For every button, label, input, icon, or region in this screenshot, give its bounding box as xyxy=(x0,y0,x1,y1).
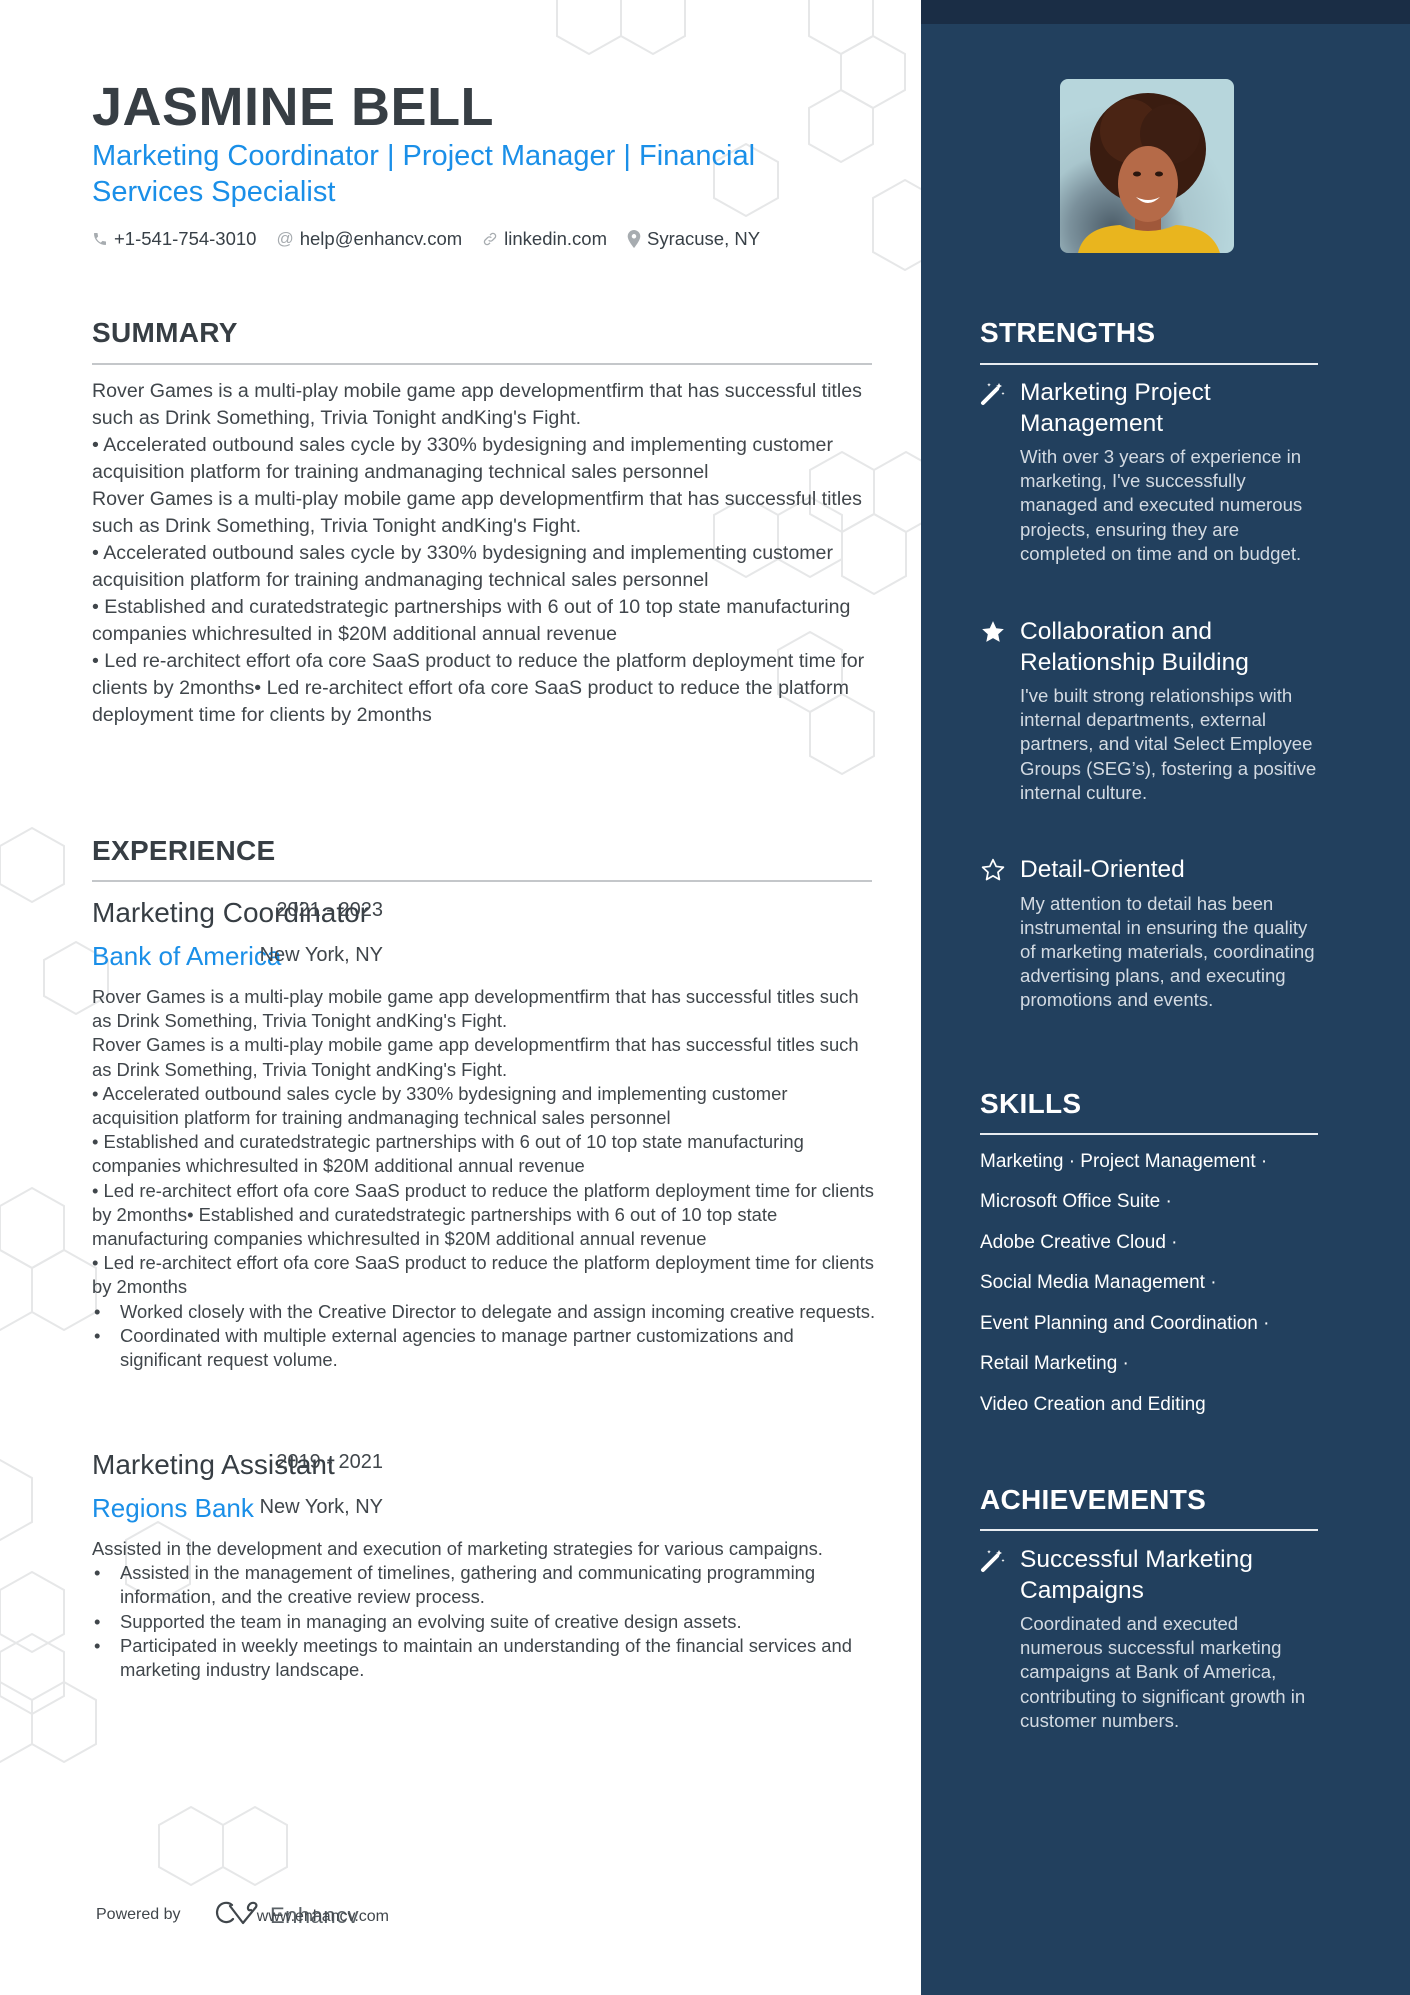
job-dates: 2019 - 2021 xyxy=(276,1451,383,1473)
hex-decoration xyxy=(840,34,906,110)
contact-email-text: help@enhancv.com xyxy=(299,228,463,249)
hex-decoration xyxy=(556,0,622,56)
skill-row: Event Planning and Coordination · xyxy=(980,1313,1270,1334)
summary-paragraph: • Accelerated outbound sales cycle by 33… xyxy=(92,434,833,483)
summary-paragraph: • Led re-architect effort ofa core SaaS … xyxy=(92,650,865,726)
job-description: Assisted in the development and executio… xyxy=(92,1537,877,1682)
skill-row: Retail Marketing · xyxy=(980,1353,1129,1374)
achievement-title: Successful Marketing Campaigns xyxy=(1020,1546,1253,1604)
location-pin-icon xyxy=(627,230,641,248)
skills-heading: SKILLS xyxy=(980,1088,1082,1119)
contact-location-text: Syracuse, NY xyxy=(646,228,761,249)
hex-decoration xyxy=(0,826,65,904)
summary-paragraph: Rover Games is a multi-play mobile game … xyxy=(92,380,862,429)
skills-divider xyxy=(980,1133,1318,1135)
job-bullet: Assisted in the management of timelines,… xyxy=(94,1561,877,1609)
hex-decoration xyxy=(873,450,921,534)
hex-decoration xyxy=(808,0,874,56)
hex-decoration xyxy=(0,1458,33,1542)
link-icon xyxy=(482,231,498,247)
star-outline-icon xyxy=(980,857,1006,883)
hex-decoration xyxy=(158,1805,224,1887)
hex-decoration xyxy=(0,1570,65,1654)
contact-location: Syracuse, NY xyxy=(627,228,760,250)
contact-linkedin[interactable]: linkedin.com xyxy=(482,228,607,250)
hex-decoration xyxy=(872,178,921,272)
strength-item: Detail-Oriented My attention to detail h… xyxy=(980,855,1320,1013)
strength-title: Marketing Project Management xyxy=(1020,379,1211,437)
skill-row: Video Creation and Editing xyxy=(980,1394,1206,1415)
job-paragraph: • Established and curatedstrategic partn… xyxy=(92,1131,804,1177)
main-column: JASMINE BELL Marketing Coordinator | Pro… xyxy=(0,0,921,1995)
skill-row: Marketing · Project Management · xyxy=(980,1151,1268,1172)
job-dates: 2021 - 2023 xyxy=(276,899,383,921)
contact-info: +1-541-754-3010 @ help@enhancv.com linke… xyxy=(92,228,780,250)
job-paragraph: • Led re-architect effort ofa core SaaS … xyxy=(92,1252,874,1298)
strength-description: I've built strong relationships with int… xyxy=(1020,685,1317,803)
skill-row: Adobe Creative Cloud · xyxy=(980,1232,1178,1253)
achievements-heading: ACHIEVEMENTS xyxy=(980,1484,1207,1515)
contact-phone[interactable]: +1-541-754-3010 xyxy=(92,228,256,250)
profile-photo xyxy=(1060,79,1234,253)
strength-title: Detail-Oriented xyxy=(1020,856,1185,883)
skill-row: Social Media Management · xyxy=(980,1272,1217,1293)
job-bullet-list: Assisted in the management of timelines,… xyxy=(92,1561,877,1682)
contact-email[interactable]: @ help@enhancv.com xyxy=(276,228,462,250)
strength-description: With over 3 years of experience in marke… xyxy=(1020,446,1303,564)
enhancv-url-link[interactable]: www.enhancv.com xyxy=(257,1908,389,1926)
job-location: New York, NY xyxy=(259,1496,383,1518)
job-bullet: Participated in weekly meetings to maint… xyxy=(94,1634,877,1682)
sidebar-top-band xyxy=(921,0,1410,24)
skill-row: Microsoft Office Suite · xyxy=(980,1191,1172,1212)
job-bullet-list: Worked closely with the Creative Directo… xyxy=(92,1300,877,1373)
job-paragraph: Rover Games is a multi-play mobile game … xyxy=(92,986,859,1032)
enhancv-logo-icon xyxy=(214,1900,262,1931)
strengths-heading: STRENGTHS xyxy=(980,317,1156,348)
magic-wand-icon xyxy=(980,1547,1006,1573)
strengths-divider xyxy=(980,363,1318,365)
job-location: New York, NY xyxy=(259,944,383,966)
magic-wand-icon xyxy=(980,380,1006,406)
company-name: Regions Bank xyxy=(92,1493,254,1523)
company-name: Bank of America xyxy=(92,941,282,971)
strength-description: My attention to detail has been instrume… xyxy=(1020,892,1315,1011)
candidate-headline: Marketing Coordinator | Project Manager … xyxy=(92,140,756,208)
hex-decoration xyxy=(620,0,686,56)
summary-heading: SUMMARY xyxy=(92,317,238,348)
experience-divider xyxy=(92,880,872,882)
job-bullet: Worked closely with the Creative Directo… xyxy=(94,1300,877,1324)
strength-item: Marketing Project Management With over 3… xyxy=(980,378,1320,566)
summary-divider xyxy=(92,363,872,365)
at-icon: @ xyxy=(276,229,294,248)
summary-paragraph: Rover Games is a multi-play mobile game … xyxy=(92,488,862,537)
summary-paragraph: • Accelerated outbound sales cycle by 33… xyxy=(92,542,833,591)
hex-decoration xyxy=(222,1805,288,1887)
job-bullet: Coordinated with multiple external agenc… xyxy=(94,1324,877,1372)
contact-linkedin-text: linkedin.com xyxy=(504,228,607,249)
achievements-divider xyxy=(980,1529,1318,1531)
summary-body: Rover Games is a multi-play mobile game … xyxy=(92,378,877,729)
candidate-name: JASMINE BELL xyxy=(92,77,495,137)
summary-paragraph: • Established and curatedstrategic partn… xyxy=(92,596,851,645)
strength-title: Collaboration and Relationship Building xyxy=(1020,618,1249,676)
phone-icon xyxy=(92,231,108,247)
job-paragraph: Rover Games is a multi-play mobile game … xyxy=(92,1034,859,1080)
strength-item: Collaboration and Relationship Building … xyxy=(980,617,1320,805)
job-paragraph: • Led re-architect effort ofa core SaaS … xyxy=(92,1179,874,1250)
hex-decoration xyxy=(0,1248,33,1332)
star-filled-icon xyxy=(980,619,1006,645)
hex-decoration xyxy=(31,1248,97,1332)
experience-heading: EXPERIENCE xyxy=(92,835,276,866)
job-bullet: Supported the team in managing an evolvi… xyxy=(94,1610,877,1634)
job-paragraph: Assisted in the development and executio… xyxy=(92,1538,823,1559)
job-description: Rover Games is a multi-play mobile game … xyxy=(92,985,877,1372)
hex-decoration xyxy=(0,1680,33,1764)
achievement-description: Coordinated and executed numerous succes… xyxy=(1020,1613,1306,1731)
job-paragraph: • Accelerated outbound sales cycle by 33… xyxy=(92,1082,788,1129)
powered-by-label: Powered by xyxy=(96,1906,181,1923)
achievement-item: Successful Marketing Campaigns Coordinat… xyxy=(980,1545,1320,1733)
contact-phone-text: +1-541-754-3010 xyxy=(114,228,257,249)
